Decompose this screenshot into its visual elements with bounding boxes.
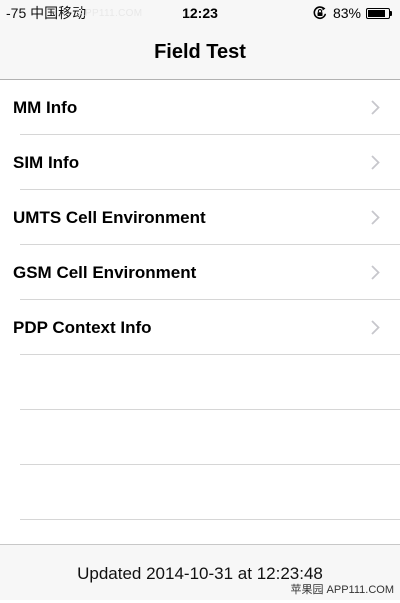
empty-row (0, 465, 400, 520)
chevron-right-icon (371, 155, 380, 170)
navigation-bar: Field Test (0, 26, 400, 80)
menu-item-label: GSM Cell Environment (13, 263, 197, 282)
corner-watermark: 苹果园 APP111.COM (290, 584, 394, 596)
menu-item-label: PDP Context Info (13, 318, 152, 337)
chevron-right-icon (371, 320, 380, 335)
menu-item-pdp-context-info[interactable]: PDP Context Info (0, 300, 400, 355)
battery-body (366, 7, 390, 19)
bottom-toolbar: Updated 2014-10-31 at 12:23:48 苹果园 APP11… (0, 544, 400, 600)
chevron-right-icon (371, 210, 380, 225)
page-title: Field Test (154, 41, 246, 63)
menu-item-umts-cell-environment[interactable]: UMTS Cell Environment (0, 190, 400, 245)
menu-item-label: SIM Info (13, 153, 80, 172)
empty-row (0, 410, 400, 465)
menu-item-label: MM Info (13, 98, 78, 117)
chevron-right-icon (371, 100, 380, 115)
chevron-right-icon (371, 265, 380, 280)
status-right: 83% (312, 5, 392, 21)
rotation-lock-icon (313, 6, 326, 19)
menu-item-sim-info[interactable]: SIM Info (0, 135, 400, 190)
battery-level (368, 9, 385, 17)
battery-nub (390, 10, 392, 16)
menu-item-mm-info[interactable]: MM Info (0, 80, 400, 135)
empty-row (0, 355, 400, 410)
battery-icon (366, 7, 392, 19)
menu-item-label: UMTS Cell Environment (13, 208, 206, 227)
menu-item-gsm-cell-environment[interactable]: GSM Cell Environment (0, 245, 400, 300)
field-test-menu: MM Info SIM Info UMTS Cell Environment G… (0, 80, 400, 520)
battery-percent: 83% (332, 5, 361, 21)
status-bar: -75 中国移动 APP111.COM 12:23 83% (0, 0, 400, 26)
